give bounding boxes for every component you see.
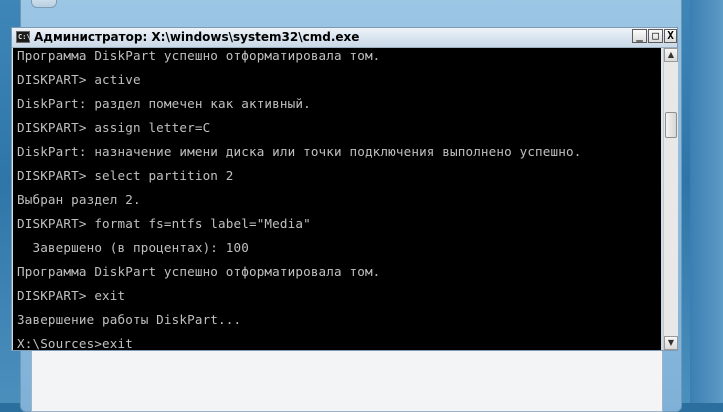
scroll-up-arrow-icon[interactable]: ▲	[664, 48, 678, 62]
background-window-edge	[690, 0, 723, 403]
console-line: DiskPart: назначение имени диска или точ…	[17, 144, 582, 159]
console-output[interactable]: Программа DiskPart успешно отформатирова…	[13, 48, 661, 350]
console-line: DISKPART> assign letter=C	[17, 120, 211, 135]
console-line: DISKPART> active	[17, 72, 141, 87]
background-close-icon[interactable]	[31, 0, 57, 8]
close-button[interactable]: X	[664, 29, 677, 43]
title-bar[interactable]: C:\ Администратор: X:\windows\system32\c…	[12, 28, 677, 48]
console-line: DiskPart: раздел помечен как активный.	[17, 96, 311, 111]
minimize-button[interactable]: _	[632, 29, 647, 43]
console-line: DISKPART> exit	[17, 288, 126, 303]
console-line: Программа DiskPart успешно отформатирова…	[17, 48, 381, 63]
vertical-scrollbar[interactable]: ▲ ▼	[663, 48, 678, 350]
console-line: Выбран раздел 2.	[17, 192, 141, 207]
scroll-down-arrow-icon[interactable]: ▼	[664, 336, 678, 350]
cmd-window[interactable]: C:\ Администратор: X:\windows\system32\c…	[11, 27, 678, 351]
maximize-button[interactable]: □	[648, 29, 663, 43]
console-line: Программа DiskPart успешно отформатирова…	[17, 264, 381, 279]
cmd-icon[interactable]: C:\	[16, 31, 31, 43]
console-line: DISKPART> format fs=ntfs label="Media"	[17, 216, 311, 231]
console-line: Завершение работы DiskPart...	[17, 312, 242, 327]
console-line: DISKPART> select partition 2	[17, 168, 234, 183]
command-prompt-line: X:\Sources>exit	[17, 336, 133, 350]
console-line: Завершено (в процентах): 100	[17, 240, 249, 255]
scroll-thumb[interactable]	[665, 112, 677, 138]
window-title: Администратор: X:\windows\system32\cmd.e…	[34, 30, 360, 44]
